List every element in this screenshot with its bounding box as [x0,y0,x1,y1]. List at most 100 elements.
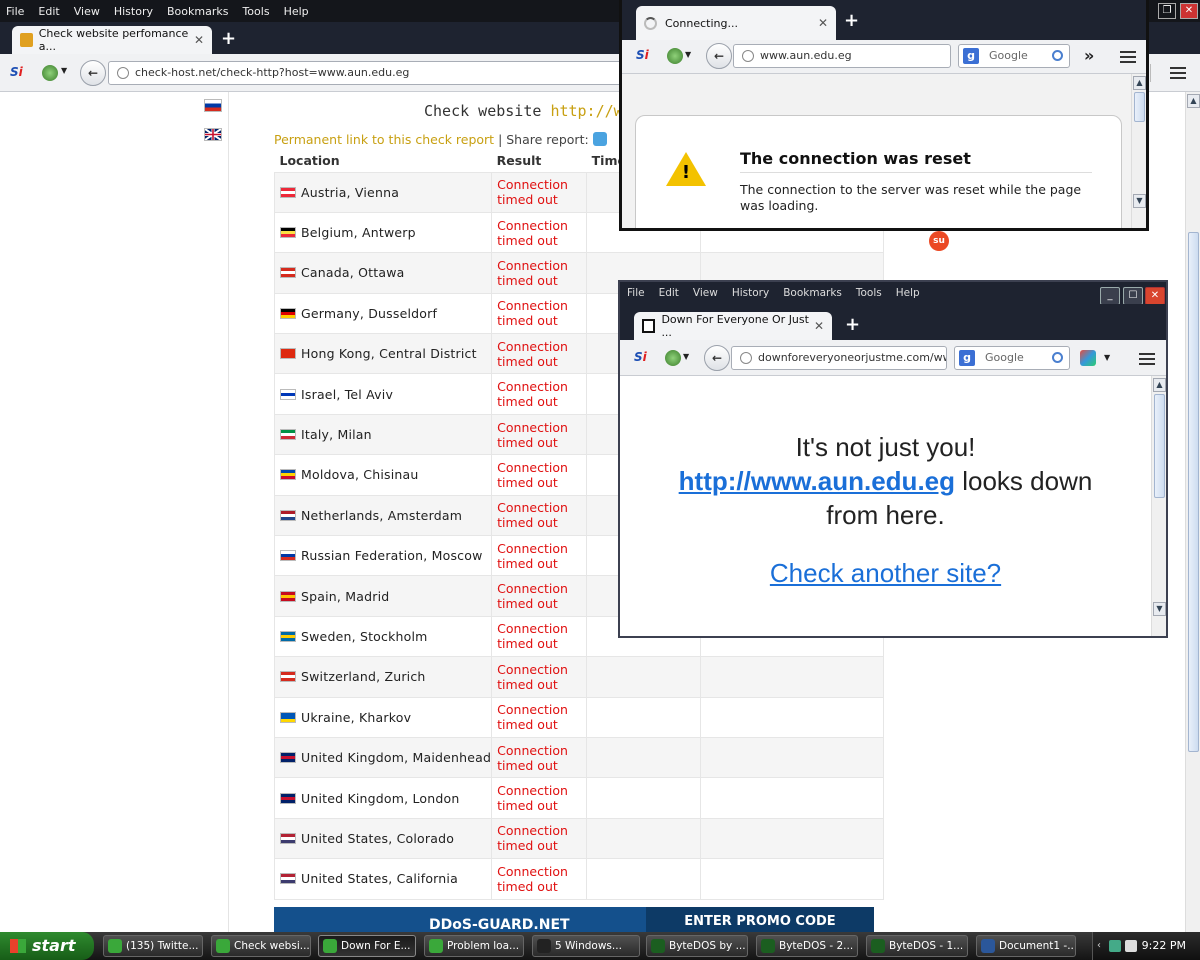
scroll-thumb[interactable] [1134,92,1145,122]
network-icon[interactable] [1109,940,1121,952]
menu-hamburger-icon[interactable] [1170,67,1186,79]
close-window-icon[interactable]: ✕ [1145,287,1165,305]
taskbar-item[interactable]: ByteDOS - 1... [866,935,968,957]
close-tab-icon[interactable]: ✕ [194,33,204,47]
location-cell: Hong Kong, Central District [273,333,493,375]
chevron-down-icon[interactable]: ▼ [685,50,691,59]
warning-mark: ! [681,162,691,183]
popup1-scrollbar[interactable]: ▲ ▼ [1131,74,1146,228]
taskbar-item[interactable]: Down For E... [318,935,416,957]
taskbar-item[interactable]: ByteDOS by ... [646,935,748,957]
si-addon-icon[interactable]: Si [636,48,649,62]
menu-history[interactable]: History [108,5,161,18]
permanent-link[interactable]: Permanent link to this check report [274,132,494,147]
back-arrow-icon[interactable]: ← [706,43,732,69]
tab-connecting[interactable]: Connecting... ✕ [636,6,836,40]
addon-extension-icon[interactable] [1080,350,1096,366]
chevron-down-icon[interactable]: ▼ [1104,353,1110,362]
si-addon-icon[interactable]: Si [634,350,647,364]
scroll-down-icon[interactable]: ▼ [1153,602,1166,616]
onion-addon-icon[interactable] [42,65,58,81]
overflow-chevron-icon[interactable]: » [1084,46,1094,65]
menu-view[interactable]: View [68,5,108,18]
onion-addon-icon[interactable] [665,350,681,366]
checked-url-link[interactable]: http://www.aun.edu.eg [679,466,955,496]
content-divider [228,92,229,932]
menu-hamburger-icon[interactable] [1139,353,1155,365]
search-icon[interactable] [1052,50,1063,61]
search-input[interactable]: g Google [958,44,1070,68]
popup-window-connecting: Connecting... ✕ + Si ▼ ← www.aun.edu.eg … [619,0,1149,231]
tab-check-host[interactable]: Check website perfomance a... ✕ [12,26,212,54]
taskbar-item[interactable]: Problem loa... [424,935,524,957]
twitter-share-icon[interactable] [592,132,607,146]
popup1-tabbar: Connecting... ✕ + [622,0,1146,40]
check-another-link[interactable]: Check another site? [770,558,1001,588]
ddos-guard-banner[interactable]: DDoS-GUARD.NET ENTER PROMO CODE [274,907,874,932]
menu-file[interactable]: File [620,287,652,299]
close-tab-icon[interactable]: ✕ [814,319,824,333]
tray-expand-icon[interactable]: ‹ [1097,940,1101,951]
url-input[interactable]: check-host.net/check-http?host=www.aun.e… [108,61,628,85]
scroll-thumb[interactable] [1154,394,1165,498]
menu-hamburger-icon[interactable] [1120,51,1136,63]
menu-tools[interactable]: Tools [849,287,889,299]
menu-bookmarks[interactable]: Bookmarks [776,287,849,299]
taskbar-item[interactable]: Check websi... [211,935,311,957]
russian-language-flag-icon[interactable] [204,99,222,112]
menu-edit[interactable]: Edit [32,5,67,18]
close-window-icon[interactable]: ✕ [1180,3,1198,19]
taskbar-item[interactable]: Document1 -... [976,935,1076,957]
new-tab-icon[interactable]: + [844,10,859,31]
volume-icon[interactable] [1125,940,1137,952]
stumbleupon-icon[interactable]: su [929,231,949,251]
menu-view[interactable]: View [686,287,725,299]
search-icon[interactable] [1052,352,1063,363]
url-input[interactable]: downforeveryoneorjustme.com/ww [731,346,947,370]
time-cell [586,656,702,698]
start-button[interactable]: start [0,932,94,960]
menu-tools[interactable]: Tools [236,5,277,18]
taskbar-item-label: ByteDOS - 2... [779,940,854,952]
taskbar-item[interactable]: ByteDOS - 2... [756,935,858,957]
location-cell: Switzerland, Zurich [273,656,493,698]
menu-history[interactable]: History [725,287,776,299]
menu-file[interactable]: File [0,5,32,18]
back-arrow-icon[interactable]: ← [704,345,730,371]
popup2-navbar: Si ▼ ← downforeveryoneorjustme.com/ww g … [620,340,1166,376]
onion-addon-icon[interactable] [667,48,683,64]
page-title: Check website http://ww [424,102,632,120]
search-input[interactable]: g Google [954,346,1070,370]
restore-window-icon[interactable]: ❐ [1158,3,1176,19]
popup2-scrollbar[interactable]: ▲ ▼ [1151,376,1166,636]
menu-edit[interactable]: Edit [652,287,686,299]
menu-bookmarks[interactable]: Bookmarks [161,5,236,18]
main-scrollbar[interactable]: ▲ [1185,92,1200,932]
back-arrow-icon[interactable]: ← [80,60,106,86]
location-cell: Russian Federation, Moscow [273,535,493,577]
english-language-flag-icon[interactable] [204,128,222,141]
scroll-thumb[interactable] [1188,232,1199,752]
tab-downforeveryone[interactable]: Down For Everyone Or Just ... ✕ [634,312,832,340]
scroll-up-icon[interactable]: ▲ [1153,378,1166,392]
new-tab-icon[interactable]: + [845,314,860,335]
menu-help[interactable]: Help [889,287,927,299]
close-tab-icon[interactable]: ✕ [818,16,828,30]
taskbar-item[interactable]: 5 Windows... [532,935,640,957]
taskbar-item[interactable]: (135) Twitte... [103,935,203,957]
maximize-icon[interactable]: ☐ [1123,287,1143,305]
scroll-up-icon[interactable]: ▲ [1133,76,1146,90]
scroll-up-icon[interactable]: ▲ [1187,94,1200,108]
location-text: Germany, Dusseldorf [301,305,438,321]
minimize-icon[interactable]: _ [1100,287,1120,305]
country-flag-icon [280,630,296,642]
new-tab-icon[interactable]: + [221,28,236,49]
si-addon-icon[interactable]: Si [10,65,23,79]
menu-help[interactable]: Help [278,5,317,18]
url-input[interactable]: www.aun.edu.eg [733,44,951,68]
clock[interactable]: 9:22 PM [1142,939,1186,952]
scroll-down-icon[interactable]: ▼ [1133,194,1146,208]
chevron-down-icon[interactable]: ▼ [61,66,67,75]
chevron-down-icon[interactable]: ▼ [683,352,689,361]
time-cell [586,817,702,860]
